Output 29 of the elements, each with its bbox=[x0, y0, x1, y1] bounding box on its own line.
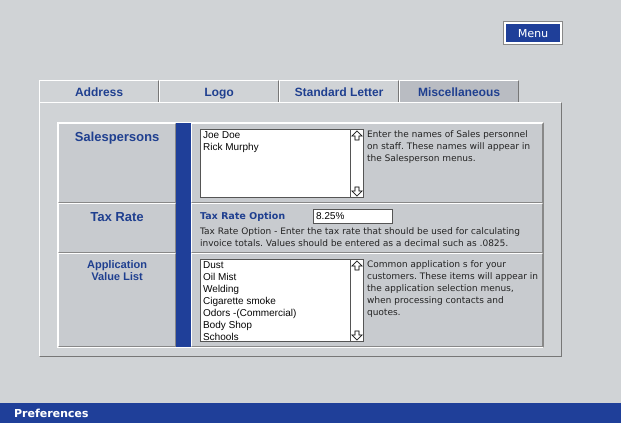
tab[interactable]: Logo bbox=[159, 80, 279, 102]
scroll-up-arrow-icon[interactable] bbox=[351, 130, 363, 142]
help-text: Common application s for your customers. These items will appear in the application selection menus, when processing contacts and quotes. bbox=[367, 259, 538, 320]
list-item[interactable]: Body Shop bbox=[203, 320, 348, 332]
list-item[interactable]: Dust bbox=[203, 260, 348, 272]
list-item[interactable]: Joe Doe bbox=[203, 130, 348, 142]
list-box[interactable]: Joe Doe Rick Murphy bbox=[200, 129, 364, 198]
list-box[interactable]: Dust Oil Mist Welding Cigarette smoke Odors -(Commercial) Body Shop Schools bbox=[200, 259, 364, 342]
list-item[interactable]: Oil Mist bbox=[203, 272, 348, 284]
help-text: Enter the names of Sales personnel on staff. These names will appear in the Salesperson menus. bbox=[367, 129, 532, 166]
list-item[interactable]: Cigarette smoke bbox=[203, 296, 348, 308]
list-item[interactable]: Rick Murphy bbox=[203, 142, 348, 154]
list-item[interactable]: Schools bbox=[203, 332, 348, 341]
status-title: Preferences bbox=[14, 406, 88, 420]
field-label: Tax Rate Option bbox=[200, 211, 286, 222]
tab[interactable]: Address bbox=[39, 80, 159, 102]
scroll-down-arrow-icon[interactable] bbox=[351, 329, 363, 341]
tab[interactable]: Miscellaneous bbox=[399, 80, 519, 102]
tax-rate-field[interactable]: 8.25% bbox=[313, 209, 393, 224]
list-item[interactable]: Odors -(Commercial) bbox=[203, 308, 348, 320]
scroll-up-arrow-icon[interactable] bbox=[351, 260, 363, 272]
scroll-down-arrow-icon[interactable] bbox=[351, 185, 363, 197]
menu-button[interactable]: Menu bbox=[504, 22, 562, 44]
section-label: Salespersons bbox=[74, 130, 160, 144]
section-label: Tax Rate bbox=[89, 210, 145, 224]
list-item[interactable]: Welding bbox=[203, 284, 348, 296]
tab[interactable]: Standard Letter bbox=[279, 80, 399, 102]
help-text: Tax Rate Option - Enter the tax rate that should be used for calculating invoice totals. Values should be entered as a decimal such as .0825. bbox=[200, 226, 521, 250]
section-label: Application Value List bbox=[86, 260, 148, 284]
